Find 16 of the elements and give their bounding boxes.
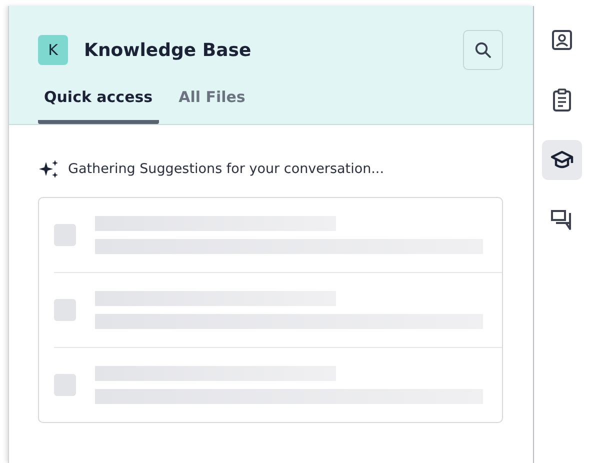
- sparkle-icon: [38, 159, 60, 179]
- status-text: Gathering Suggestions for your conversation...: [68, 161, 384, 177]
- tab[interactable]: Quick access: [38, 88, 159, 124]
- skeleton-square: [54, 299, 76, 321]
- clipboard-icon: [550, 88, 572, 112]
- graduation-cap-icon: [550, 150, 574, 170]
- skeleton-square: [54, 374, 76, 396]
- chat-bubbles-icon: [550, 209, 574, 231]
- sidebar-button[interactable]: [542, 140, 582, 180]
- contact-card-icon: [550, 29, 572, 51]
- tab[interactable]: All Files: [172, 88, 252, 124]
- skeleton-square: [54, 224, 76, 246]
- logo-badge: K: [38, 35, 68, 65]
- search-button[interactable]: [463, 30, 503, 70]
- panel-title: Knowledge Base: [84, 40, 252, 60]
- search-icon: [474, 41, 492, 59]
